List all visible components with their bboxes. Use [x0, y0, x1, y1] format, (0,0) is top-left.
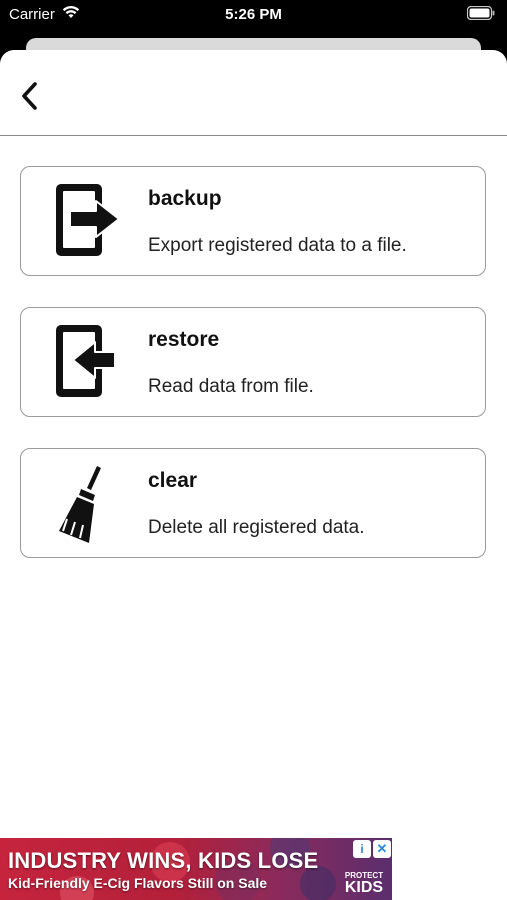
ad-headline: INDUSTRY WINS, KIDS LOSE	[8, 848, 319, 873]
import-icon	[51, 322, 121, 402]
navigation-bar	[0, 50, 507, 136]
export-icon	[51, 181, 121, 261]
status-time: 5:26 PM	[225, 6, 282, 23]
battery-icon	[466, 5, 495, 24]
ad-logo: PROTECT KIDS	[341, 872, 387, 896]
ad-subline: Kid-Friendly E-Cig Flavors Still on Sale	[8, 875, 268, 891]
backup-title: backup	[148, 187, 222, 210]
clear-option[interactable]: clear Delete all registered data.	[20, 448, 486, 558]
status-bar: Carrier 5:26 PM	[0, 0, 507, 30]
clear-title: clear	[148, 469, 198, 492]
back-button[interactable]	[12, 76, 48, 116]
main-sheet: backup Export registered data to a file.…	[0, 50, 507, 900]
broom-icon	[51, 463, 121, 543]
restore-description: Read data from file.	[148, 376, 314, 397]
ad-logo-bottom: KIDS	[344, 879, 384, 896]
restore-title: restore	[148, 328, 220, 351]
chevron-left-icon	[22, 82, 37, 110]
ad-close-icon[interactable]: ✕	[373, 840, 391, 858]
backup-description: Export registered data to a file.	[148, 235, 407, 256]
ad-banner[interactable]: INDUSTRY WINS, KIDS LOSE Kid-Friendly E-…	[0, 838, 392, 900]
backup-option[interactable]: backup Export registered data to a file.	[20, 166, 486, 276]
restore-option[interactable]: restore Read data from file.	[20, 307, 486, 417]
clear-description: Delete all registered data.	[148, 517, 365, 538]
ad-info-icon[interactable]: i	[353, 840, 371, 858]
ad-side-space	[392, 838, 507, 900]
